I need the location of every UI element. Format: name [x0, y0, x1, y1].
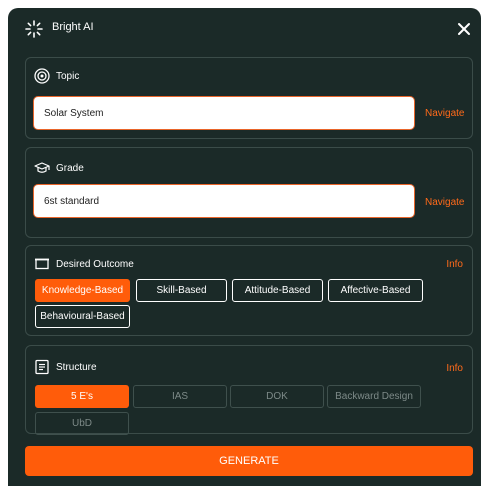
structure-option-5es[interactable]: 5 E's — [35, 385, 129, 408]
outcome-option-affective-based[interactable]: Affective-Based — [328, 279, 423, 302]
structure-info-link[interactable]: Info — [446, 363, 463, 374]
outcome-option-attitude-based[interactable]: Attitude-Based — [232, 279, 323, 302]
outcome-info-link[interactable]: Info — [446, 259, 463, 270]
outcome-box-icon — [35, 258, 49, 270]
outcome-option-knowledge-based[interactable]: Knowledge-Based — [35, 279, 130, 302]
app-title: Bright AI — [52, 21, 94, 33]
grade-input[interactable] — [33, 184, 415, 218]
grade-card: Grade Navigate — [25, 147, 473, 238]
topic-label: Topic — [56, 70, 80, 82]
outcome-option-behavioural-based[interactable]: Behavioural-Based — [35, 305, 130, 328]
structure-option-ubd[interactable]: UbD — [35, 412, 129, 435]
target-icon — [34, 68, 50, 84]
outcome-label: Desired Outcome — [56, 258, 134, 270]
structure-option-ias[interactable]: IAS — [133, 385, 227, 408]
grade-navigate-link[interactable]: Navigate — [425, 197, 464, 208]
outcome-option-skill-based[interactable]: Skill-Based — [136, 279, 227, 302]
dialog-header: Bright AI — [8, 8, 481, 48]
topic-navigate-link[interactable]: Navigate — [425, 108, 464, 119]
structure-card: Structure Info 5 E's IAS DOK Backward De… — [25, 345, 473, 435]
graduation-cap-icon — [34, 162, 50, 173]
outcome-heading: Desired Outcome — [34, 256, 134, 272]
document-icon — [35, 359, 49, 375]
close-icon[interactable] — [454, 19, 474, 39]
bright-ai-dialog: Bright AI Topic Navigate — [8, 8, 481, 486]
structure-label: Structure — [56, 361, 97, 373]
outcome-card: Desired Outcome Info Knowledge-Based Ski… — [25, 245, 473, 336]
grade-label: Grade — [56, 162, 84, 174]
grade-heading: Grade — [34, 160, 84, 176]
topic-input[interactable] — [33, 96, 415, 130]
topic-card: Topic Navigate — [25, 57, 473, 139]
structure-option-backward-design[interactable]: Backward Design — [327, 385, 421, 408]
topic-heading: Topic — [34, 68, 79, 84]
sparkle-logo-icon — [25, 20, 43, 38]
structure-heading: Structure — [34, 359, 97, 375]
generate-button[interactable]: GENERATE — [25, 446, 473, 476]
structure-option-dok[interactable]: DOK — [230, 385, 324, 408]
